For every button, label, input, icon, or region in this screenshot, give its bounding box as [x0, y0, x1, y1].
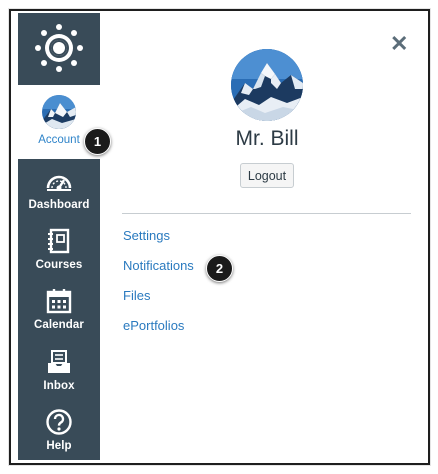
nav-dashboard-label: Dashboard	[28, 199, 90, 211]
nav-item-help[interactable]: Help	[18, 402, 100, 462]
nav-item-inbox[interactable]: Inbox	[18, 342, 100, 402]
calendar-icon	[45, 285, 73, 317]
eportfolios-link[interactable]: ePortfolios	[123, 318, 184, 333]
nav-calendar-label: Calendar	[33, 319, 84, 331]
files-link[interactable]: Files	[123, 288, 150, 303]
canvas-logo-icon[interactable]	[18, 13, 100, 83]
divider	[122, 213, 411, 214]
screenshot-frame: Account Dashboard Courses Calendar Inbox…	[9, 9, 430, 465]
close-icon[interactable]: ✕	[390, 33, 408, 55]
courses-icon	[45, 225, 73, 257]
callout-badge-2: 2	[206, 255, 233, 282]
global-navigation: Account Dashboard Courses Calendar Inbox…	[18, 13, 100, 460]
nav-item-dashboard[interactable]: Dashboard	[18, 161, 100, 221]
help-icon	[45, 406, 73, 438]
inbox-icon	[45, 346, 73, 378]
nav-help-label: Help	[46, 440, 72, 452]
settings-link[interactable]: Settings	[123, 228, 170, 243]
callout-badge-1: 1	[84, 128, 111, 155]
nav-account-label: Account	[38, 134, 80, 146]
profile-avatar	[231, 49, 303, 121]
user-name: Mr. Bill	[235, 127, 299, 150]
nav-inbox-label: Inbox	[43, 380, 75, 392]
logout-button[interactable]: Logout	[240, 163, 294, 188]
avatar	[42, 95, 76, 129]
nav-item-calendar[interactable]: Calendar	[18, 281, 100, 341]
nav-item-courses[interactable]: Courses	[18, 221, 100, 281]
dashboard-icon	[45, 165, 73, 197]
notifications-link[interactable]: Notifications	[123, 258, 194, 273]
nav-courses-label: Courses	[35, 259, 83, 271]
